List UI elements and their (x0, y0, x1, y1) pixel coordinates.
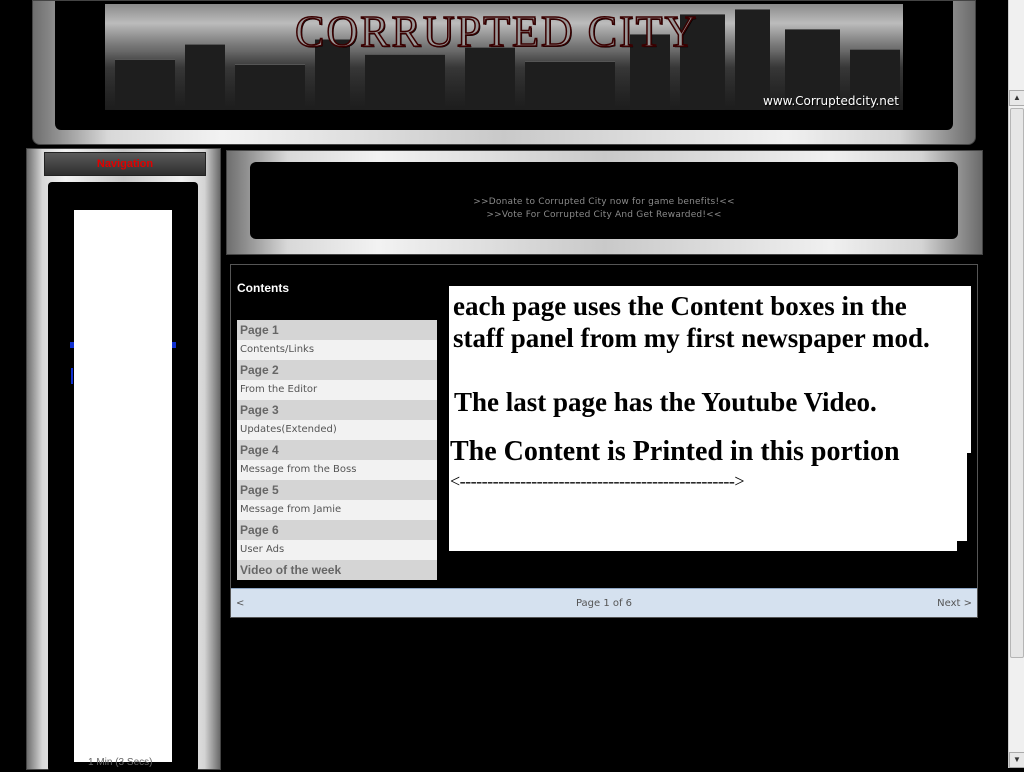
scroll-up-arrow[interactable]: ▲ (1009, 90, 1024, 106)
toc-page-6[interactable]: Page 6 (237, 520, 437, 540)
content-arrow: <---------------------------------------… (450, 471, 745, 491)
nav-link-fragment (172, 342, 176, 348)
content-box-notch (967, 453, 971, 551)
toc-video-of-week[interactable]: Video of the week (237, 560, 437, 580)
toc-page-3[interactable]: Page 3 (237, 400, 437, 420)
banner-title: CORRUPTED CITY (294, 6, 699, 57)
content-line-1: each page uses the Content boxes in the (453, 291, 907, 321)
nav-footer-text: 1 Min (3 Secs) (88, 757, 153, 768)
toc-page-2[interactable]: Page 2 (237, 360, 437, 380)
site-banner[interactable]: CORRUPTED CITY www.Corruptedcity.net (105, 4, 903, 110)
table-of-contents: Page 1 Contents/Links Page 2 From the Ed… (237, 320, 437, 580)
toc-sub-2[interactable]: From the Editor (237, 380, 437, 400)
next-page-link[interactable]: Next > (937, 598, 972, 609)
banner-url: www.Corruptedcity.net (763, 94, 899, 108)
pager-bar: < Page 1 of 6 Next > (231, 588, 977, 617)
nav-header: Navigation (44, 152, 206, 176)
toc-sub-1[interactable]: Contents/Links (237, 340, 437, 360)
content-box-notch (957, 541, 971, 551)
scroll-down-arrow[interactable]: ▼ (1009, 752, 1024, 768)
vote-link[interactable]: >>Vote For Corrupted City And Get Reward… (250, 210, 958, 220)
page-info: Page 1 of 6 (575, 598, 633, 609)
toc-page-5[interactable]: Page 5 (237, 480, 437, 500)
nav-link-fragment (71, 368, 73, 384)
nav-link-fragment (70, 342, 74, 348)
toc-page-1[interactable]: Page 1 (237, 320, 437, 340)
toc-sub-4[interactable]: Message from the Boss (237, 460, 437, 480)
nav-redacted-area (74, 210, 172, 762)
toc-page-4[interactable]: Page 4 (237, 440, 437, 460)
content-line-3: The last page has the Youtube Video. (454, 387, 877, 417)
toc-sub-5[interactable]: Message from Jamie (237, 500, 437, 520)
scroll-thumb[interactable] (1010, 108, 1024, 658)
toc-sub-3[interactable]: Updates(Extended) (237, 420, 437, 440)
content-line-4: The Content is Printed in this portion (450, 436, 900, 467)
donate-link[interactable]: >>Donate to Corrupted City now for game … (250, 197, 958, 207)
content-line-2: staff panel from my first newspaper mod. (453, 323, 930, 353)
toc-sub-6[interactable]: User Ads (237, 540, 437, 560)
contents-title: Contents (237, 281, 289, 295)
